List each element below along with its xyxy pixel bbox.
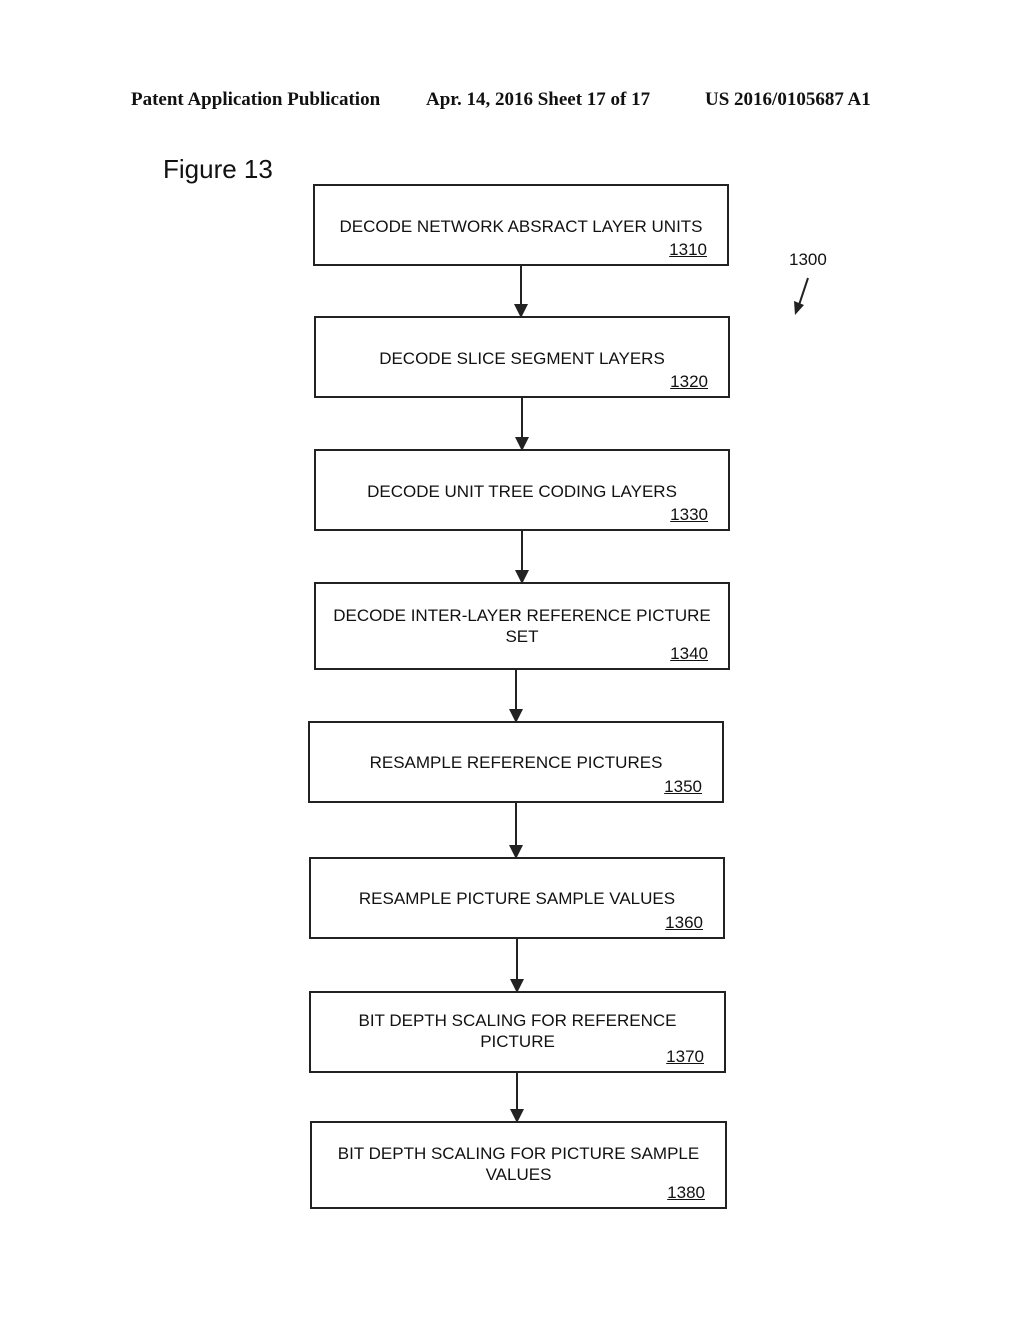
flow-step-1350: RESAMPLE REFERENCE PICTURES 1350	[308, 721, 724, 803]
flow-arrow	[514, 266, 528, 318]
reference-arrow-icon	[794, 277, 809, 315]
header-publication-type: Patent Application Publication	[131, 89, 381, 110]
flow-arrow	[515, 531, 529, 584]
figure-reference-number: 1300	[789, 250, 827, 269]
flow-step-1320: DECODE SLICE SEGMENT LAYERS 1320	[314, 316, 730, 398]
step-number: 1340	[670, 644, 708, 663]
step-number: 1360	[665, 913, 703, 932]
step-label: BIT DEPTH SCALING FOR REFERENCE PICTURE	[358, 1011, 677, 1051]
step-number: 1310	[669, 240, 707, 259]
step-label: RESAMPLE PICTURE SAMPLE VALUES	[358, 889, 676, 908]
figure-title: Figure 13	[163, 154, 273, 184]
flow-step-1330: DECODE UNIT TREE CODING LAYERS 1330	[314, 449, 730, 531]
flow-step-1360: RESAMPLE PICTURE SAMPLE VALUES 1360	[309, 857, 725, 939]
step-label: BIT DEPTH SCALING FOR PICTURE SAMPLE VAL…	[337, 1144, 700, 1184]
step-label: DECODE UNIT TREE CODING LAYERS	[367, 482, 677, 501]
header-patent-number: US 2016/0105687 A1	[705, 89, 871, 110]
step-label: DECODE NETWORK ABSRACT LAYER UNITS	[339, 217, 703, 236]
flow-step-1380: BIT DEPTH SCALING FOR PICTURE SAMPLE VAL…	[310, 1121, 727, 1209]
flow-step-1310: DECODE NETWORK ABSRACT LAYER UNITS 1310	[313, 184, 729, 266]
step-number: 1320	[670, 372, 708, 391]
flow-arrow	[515, 398, 529, 451]
step-number: 1350	[664, 777, 702, 796]
header-date-sheet: Apr. 14, 2016 Sheet 17 of 17	[426, 89, 651, 110]
flow-step-1370: BIT DEPTH SCALING FOR REFERENCE PICTURE …	[309, 991, 726, 1073]
flow-arrow	[509, 670, 523, 723]
flow-arrow	[510, 1073, 524, 1123]
flow-arrow	[510, 939, 524, 993]
step-number: 1370	[666, 1047, 704, 1066]
step-label: DECODE SLICE SEGMENT LAYERS	[379, 349, 665, 368]
step-label: RESAMPLE REFERENCE PICTURES	[369, 753, 663, 772]
step-number: 1330	[670, 505, 708, 524]
flow-step-1340: DECODE INTER-LAYER REFERENCE PICTURE SET…	[314, 582, 730, 670]
step-label: DECODE INTER-LAYER REFERENCE PICTURE SET	[333, 606, 711, 646]
flow-arrow	[509, 803, 523, 859]
step-number: 1380	[667, 1183, 705, 1202]
